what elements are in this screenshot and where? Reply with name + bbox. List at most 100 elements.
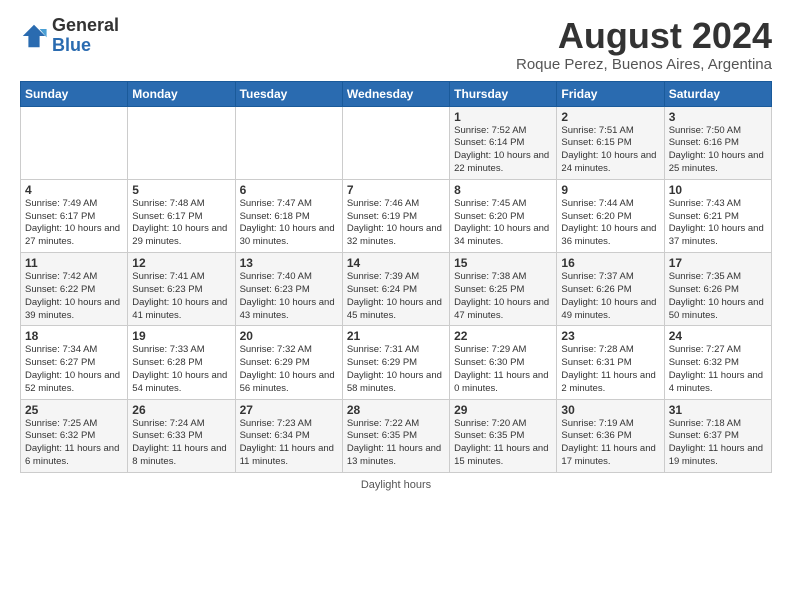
calendar-cell: 13Sunrise: 7:40 AMSunset: 6:23 PMDayligh… bbox=[235, 253, 342, 326]
day-number: 16 bbox=[561, 256, 659, 270]
header-wednesday: Wednesday bbox=[342, 81, 449, 106]
day-number: 9 bbox=[561, 183, 659, 197]
calendar-cell: 9Sunrise: 7:44 AMSunset: 6:20 PMDaylight… bbox=[557, 179, 664, 252]
day-number: 5 bbox=[132, 183, 230, 197]
day-info: Sunrise: 7:46 AMSunset: 6:19 PMDaylight:… bbox=[347, 198, 445, 249]
day-number: 8 bbox=[454, 183, 552, 197]
day-number: 27 bbox=[240, 403, 338, 417]
day-info: Sunrise: 7:43 AMSunset: 6:21 PMDaylight:… bbox=[669, 198, 767, 249]
day-number: 10 bbox=[669, 183, 767, 197]
calendar-week-1: 1Sunrise: 7:52 AMSunset: 6:14 PMDaylight… bbox=[21, 106, 772, 179]
day-info: Sunrise: 7:51 AMSunset: 6:15 PMDaylight:… bbox=[561, 125, 659, 176]
day-info: Sunrise: 7:44 AMSunset: 6:20 PMDaylight:… bbox=[561, 198, 659, 249]
day-info: Sunrise: 7:29 AMSunset: 6:30 PMDaylight:… bbox=[454, 344, 552, 395]
calendar-cell: 18Sunrise: 7:34 AMSunset: 6:27 PMDayligh… bbox=[21, 326, 128, 399]
day-number: 18 bbox=[25, 329, 123, 343]
calendar-cell: 2Sunrise: 7:51 AMSunset: 6:15 PMDaylight… bbox=[557, 106, 664, 179]
day-info: Sunrise: 7:22 AMSunset: 6:35 PMDaylight:… bbox=[347, 418, 445, 469]
day-number: 31 bbox=[669, 403, 767, 417]
day-info: Sunrise: 7:48 AMSunset: 6:17 PMDaylight:… bbox=[132, 198, 230, 249]
calendar-cell bbox=[342, 106, 449, 179]
footer: Daylight hours bbox=[20, 479, 772, 491]
calendar-cell: 1Sunrise: 7:52 AMSunset: 6:14 PMDaylight… bbox=[450, 106, 557, 179]
day-number: 2 bbox=[561, 110, 659, 124]
calendar-cell: 22Sunrise: 7:29 AMSunset: 6:30 PMDayligh… bbox=[450, 326, 557, 399]
calendar-cell: 8Sunrise: 7:45 AMSunset: 6:20 PMDaylight… bbox=[450, 179, 557, 252]
day-number: 12 bbox=[132, 256, 230, 270]
day-info: Sunrise: 7:23 AMSunset: 6:34 PMDaylight:… bbox=[240, 418, 338, 469]
calendar-cell: 12Sunrise: 7:41 AMSunset: 6:23 PMDayligh… bbox=[128, 253, 235, 326]
calendar-week-4: 18Sunrise: 7:34 AMSunset: 6:27 PMDayligh… bbox=[21, 326, 772, 399]
day-info: Sunrise: 7:34 AMSunset: 6:27 PMDaylight:… bbox=[25, 344, 123, 395]
header-sunday: Sunday bbox=[21, 81, 128, 106]
day-number: 25 bbox=[25, 403, 123, 417]
calendar-cell: 28Sunrise: 7:22 AMSunset: 6:35 PMDayligh… bbox=[342, 399, 449, 472]
day-info: Sunrise: 7:24 AMSunset: 6:33 PMDaylight:… bbox=[132, 418, 230, 469]
day-info: Sunrise: 7:37 AMSunset: 6:26 PMDaylight:… bbox=[561, 271, 659, 322]
day-info: Sunrise: 7:47 AMSunset: 6:18 PMDaylight:… bbox=[240, 198, 338, 249]
day-number: 24 bbox=[669, 329, 767, 343]
day-number: 20 bbox=[240, 329, 338, 343]
calendar-cell: 11Sunrise: 7:42 AMSunset: 6:22 PMDayligh… bbox=[21, 253, 128, 326]
calendar-cell: 23Sunrise: 7:28 AMSunset: 6:31 PMDayligh… bbox=[557, 326, 664, 399]
day-number: 11 bbox=[25, 256, 123, 270]
logo-blue-text: Blue bbox=[52, 36, 119, 56]
day-number: 29 bbox=[454, 403, 552, 417]
calendar-cell: 29Sunrise: 7:20 AMSunset: 6:35 PMDayligh… bbox=[450, 399, 557, 472]
header-tuesday: Tuesday bbox=[235, 81, 342, 106]
day-info: Sunrise: 7:52 AMSunset: 6:14 PMDaylight:… bbox=[454, 125, 552, 176]
calendar-cell: 24Sunrise: 7:27 AMSunset: 6:32 PMDayligh… bbox=[664, 326, 771, 399]
calendar-cell: 10Sunrise: 7:43 AMSunset: 6:21 PMDayligh… bbox=[664, 179, 771, 252]
month-title: August 2024 bbox=[516, 16, 772, 56]
calendar-cell: 17Sunrise: 7:35 AMSunset: 6:26 PMDayligh… bbox=[664, 253, 771, 326]
header: General Blue August 2024 Roque Perez, Bu… bbox=[20, 16, 772, 73]
day-number: 7 bbox=[347, 183, 445, 197]
day-info: Sunrise: 7:50 AMSunset: 6:16 PMDaylight:… bbox=[669, 125, 767, 176]
logo-icon bbox=[20, 22, 48, 50]
day-number: 15 bbox=[454, 256, 552, 270]
calendar-cell bbox=[21, 106, 128, 179]
day-number: 4 bbox=[25, 183, 123, 197]
calendar-cell: 20Sunrise: 7:32 AMSunset: 6:29 PMDayligh… bbox=[235, 326, 342, 399]
logo: General Blue bbox=[20, 16, 119, 56]
page: General Blue August 2024 Roque Perez, Bu… bbox=[0, 0, 792, 501]
day-info: Sunrise: 7:31 AMSunset: 6:29 PMDaylight:… bbox=[347, 344, 445, 395]
day-number: 19 bbox=[132, 329, 230, 343]
day-info: Sunrise: 7:32 AMSunset: 6:29 PMDaylight:… bbox=[240, 344, 338, 395]
calendar-week-3: 11Sunrise: 7:42 AMSunset: 6:22 PMDayligh… bbox=[21, 253, 772, 326]
calendar-week-2: 4Sunrise: 7:49 AMSunset: 6:17 PMDaylight… bbox=[21, 179, 772, 252]
calendar-cell: 19Sunrise: 7:33 AMSunset: 6:28 PMDayligh… bbox=[128, 326, 235, 399]
footer-text: Daylight hours bbox=[361, 479, 431, 491]
header-monday: Monday bbox=[128, 81, 235, 106]
calendar-week-5: 25Sunrise: 7:25 AMSunset: 6:32 PMDayligh… bbox=[21, 399, 772, 472]
day-number: 28 bbox=[347, 403, 445, 417]
calendar-cell: 27Sunrise: 7:23 AMSunset: 6:34 PMDayligh… bbox=[235, 399, 342, 472]
day-info: Sunrise: 7:27 AMSunset: 6:32 PMDaylight:… bbox=[669, 344, 767, 395]
calendar-cell: 7Sunrise: 7:46 AMSunset: 6:19 PMDaylight… bbox=[342, 179, 449, 252]
day-info: Sunrise: 7:41 AMSunset: 6:23 PMDaylight:… bbox=[132, 271, 230, 322]
day-number: 23 bbox=[561, 329, 659, 343]
calendar-cell: 26Sunrise: 7:24 AMSunset: 6:33 PMDayligh… bbox=[128, 399, 235, 472]
day-info: Sunrise: 7:45 AMSunset: 6:20 PMDaylight:… bbox=[454, 198, 552, 249]
day-number: 30 bbox=[561, 403, 659, 417]
day-info: Sunrise: 7:38 AMSunset: 6:25 PMDaylight:… bbox=[454, 271, 552, 322]
day-info: Sunrise: 7:20 AMSunset: 6:35 PMDaylight:… bbox=[454, 418, 552, 469]
day-number: 6 bbox=[240, 183, 338, 197]
calendar-cell: 31Sunrise: 7:18 AMSunset: 6:37 PMDayligh… bbox=[664, 399, 771, 472]
header-row: Sunday Monday Tuesday Wednesday Thursday… bbox=[21, 81, 772, 106]
header-saturday: Saturday bbox=[664, 81, 771, 106]
calendar-cell: 25Sunrise: 7:25 AMSunset: 6:32 PMDayligh… bbox=[21, 399, 128, 472]
day-info: Sunrise: 7:39 AMSunset: 6:24 PMDaylight:… bbox=[347, 271, 445, 322]
day-info: Sunrise: 7:49 AMSunset: 6:17 PMDaylight:… bbox=[25, 198, 123, 249]
calendar-cell: 30Sunrise: 7:19 AMSunset: 6:36 PMDayligh… bbox=[557, 399, 664, 472]
day-number: 3 bbox=[669, 110, 767, 124]
calendar-cell bbox=[128, 106, 235, 179]
calendar-cell: 3Sunrise: 7:50 AMSunset: 6:16 PMDaylight… bbox=[664, 106, 771, 179]
day-info: Sunrise: 7:33 AMSunset: 6:28 PMDaylight:… bbox=[132, 344, 230, 395]
day-info: Sunrise: 7:25 AMSunset: 6:32 PMDaylight:… bbox=[25, 418, 123, 469]
calendar-cell: 14Sunrise: 7:39 AMSunset: 6:24 PMDayligh… bbox=[342, 253, 449, 326]
day-info: Sunrise: 7:35 AMSunset: 6:26 PMDaylight:… bbox=[669, 271, 767, 322]
day-number: 13 bbox=[240, 256, 338, 270]
calendar-cell: 21Sunrise: 7:31 AMSunset: 6:29 PMDayligh… bbox=[342, 326, 449, 399]
logo-general-text: General bbox=[52, 16, 119, 36]
